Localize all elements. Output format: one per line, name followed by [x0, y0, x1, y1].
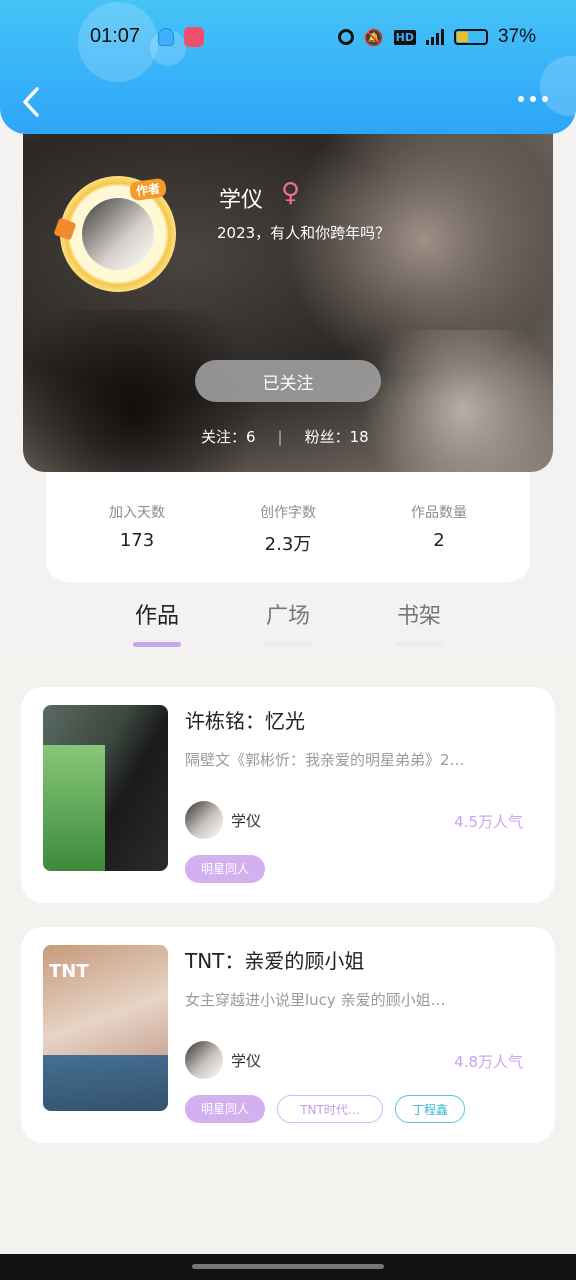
decor-shape [53, 217, 77, 241]
book-card[interactable]: TNT TNT：亲爱的顾小姐 女主穿越进小说里lucy 亲爱的顾小姐… 学仪 4… [21, 927, 555, 1143]
signal-icon [425, 29, 444, 45]
more-options-button[interactable] [518, 96, 548, 106]
tag-list: 明星同人 TNT时代… 丁程鑫 [185, 1095, 466, 1123]
book-description: 隔壁文《郭彬忻：我亲爱的明星弟弟》2… [185, 751, 465, 769]
tab-square[interactable]: 广场 [253, 598, 323, 647]
book-title[interactable]: TNT：亲爱的顾小姐 [185, 945, 364, 974]
tab-indicator [395, 642, 443, 647]
stat-label: 创作字数 [260, 505, 316, 521]
back-button[interactable] [18, 84, 48, 120]
alarm-icon [337, 29, 354, 45]
user-name: 学仪 [219, 188, 264, 213]
tab-label: 广场 [265, 604, 310, 629]
tab-label: 作品 [134, 604, 179, 629]
tag[interactable]: 明星同人 [185, 1095, 266, 1123]
tab-label: 书架 [396, 604, 441, 629]
avatar-image [82, 198, 154, 270]
author-badge: 作者 [128, 177, 168, 202]
author-name: 学仪 [231, 811, 262, 830]
followers-count[interactable]: 粉丝：18 [305, 426, 369, 447]
app-notification-icon [184, 27, 204, 47]
tab-bookshelf[interactable]: 书架 [384, 598, 454, 647]
book-description: 女主穿越进小说里lucy 亲爱的顾小姐… [185, 991, 446, 1009]
stat-value: 173 [119, 530, 155, 551]
tag[interactable]: TNT时代… [277, 1095, 384, 1123]
female-gender-icon: ♀ [281, 178, 301, 208]
tab-indicator [133, 642, 181, 647]
tag[interactable]: 丁程鑫 [395, 1095, 466, 1123]
book-cover[interactable] [43, 705, 168, 871]
tag-list: 明星同人 [185, 855, 266, 883]
mute-icon: 🔕 [363, 27, 384, 47]
book-cover[interactable]: TNT [43, 945, 168, 1111]
follow-button[interactable]: 已关注 [195, 360, 381, 402]
follow-stats: 关注：6 | 粉丝：18 [201, 426, 369, 447]
stat-value: 2 [433, 530, 445, 551]
stat-words-written: 创作字数 2.3万 [243, 502, 333, 582]
stat-value: 2.3万 [264, 534, 312, 555]
book-card[interactable]: 许栋铭：忆光 隔壁文《郭彬忻：我亲爱的明星弟弟》2… 学仪 4.5万人气 明星同… [21, 687, 555, 903]
status-bar: 01:07 🔕 HD 37% [0, 22, 576, 54]
tab-works[interactable]: 作品 [122, 598, 192, 647]
top-header: 01:07 🔕 HD 37% [0, 0, 576, 134]
chevron-left-icon [23, 87, 39, 117]
qq-notification-icon [158, 28, 174, 46]
book-title[interactable]: 许栋铭：忆光 [185, 705, 305, 734]
book-author[interactable]: 学仪 [185, 801, 261, 839]
tab-indicator [264, 642, 312, 647]
hd-icon: HD [393, 29, 416, 45]
more-dot-icon [542, 96, 548, 102]
tab-bar: 作品 广场 书架 [0, 598, 576, 648]
decor-bubble [540, 56, 576, 116]
more-dot-icon [530, 96, 536, 102]
navigation-bar [0, 1254, 576, 1280]
more-dot-icon [518, 96, 524, 102]
avatar [185, 801, 223, 839]
tag[interactable]: 明星同人 [185, 855, 266, 883]
stat-days-joined: 加入天数 173 [92, 502, 182, 582]
battery-percent: 37% [497, 26, 536, 47]
user-bio: 2023，有人和你跨年吗？ [217, 224, 391, 242]
home-indicator[interactable] [192, 1264, 384, 1269]
profile-card: 作者 学仪 ♀ 2023，有人和你跨年吗？ 已关注 关注：6 | 粉丝：18 [23, 110, 553, 472]
stat-label: 作品数量 [411, 505, 467, 521]
stats-panel: 加入天数 173 创作字数 2.3万 作品数量 2 [46, 472, 530, 582]
status-icons: 🔕 HD 37% [337, 26, 536, 48]
popularity-count: 4.5万人气 [454, 813, 523, 831]
popularity-count: 4.8万人气 [454, 1053, 523, 1071]
stat-label: 加入天数 [109, 505, 165, 521]
stat-works-count: 作品数量 2 [394, 502, 484, 582]
divider: | [277, 427, 283, 446]
cover-text: TNT [49, 961, 89, 982]
battery-icon [453, 29, 488, 45]
profile-avatar[interactable]: 作者 [53, 176, 176, 292]
book-author[interactable]: 学仪 [185, 1041, 261, 1079]
author-name: 学仪 [231, 1051, 262, 1070]
avatar [185, 1041, 223, 1079]
following-count[interactable]: 关注：6 [201, 426, 256, 447]
status-time: 01:07 [90, 25, 141, 47]
